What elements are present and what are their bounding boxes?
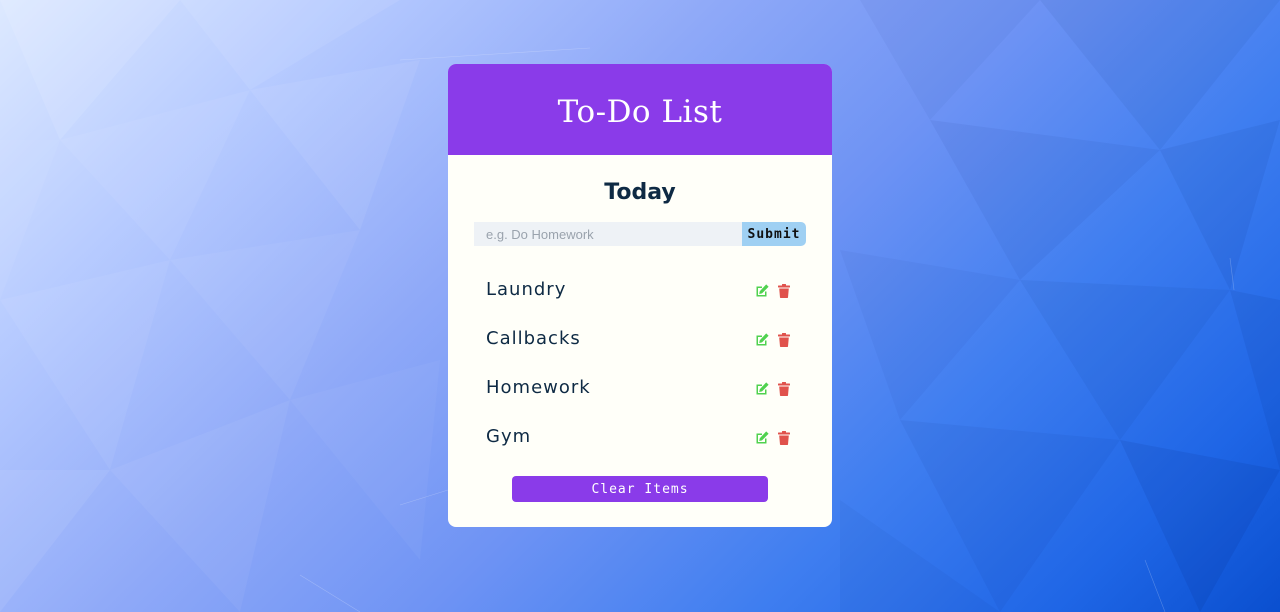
edit-icon[interactable] [754,332,770,348]
add-task-form: Submit [474,222,806,246]
task-actions [754,283,792,299]
task-label: Callbacks [486,328,581,349]
task-item-callbacks: Callbacks [486,315,794,364]
task-item-laundry: Laundry [486,266,794,315]
trash-icon[interactable] [776,332,792,348]
trash-icon[interactable] [776,381,792,397]
submit-button[interactable]: Submit [742,222,806,246]
task-label: Homework [486,377,591,398]
task-input[interactable] [474,222,742,246]
trash-icon[interactable] [776,430,792,446]
clear-items-button[interactable]: Clear Items [512,476,768,502]
edit-icon[interactable] [754,430,770,446]
task-label: Laundry [486,279,567,300]
list-heading: Today [604,180,676,205]
app-title: To-Do List [557,93,723,130]
task-list: Laundry Callbacks Homework Gym [486,266,794,462]
card-header: To-Do List [448,64,832,155]
edit-icon[interactable] [754,381,770,397]
edit-icon[interactable] [754,283,770,299]
task-actions [754,430,792,446]
task-item-homework: Homework [486,364,794,413]
task-actions [754,332,792,348]
trash-icon[interactable] [776,283,792,299]
task-label: Gym [486,426,532,447]
task-item-gym: Gym [486,413,794,462]
todo-card: To-Do List Today Submit Laundry Callback… [448,64,832,527]
task-actions [754,381,792,397]
